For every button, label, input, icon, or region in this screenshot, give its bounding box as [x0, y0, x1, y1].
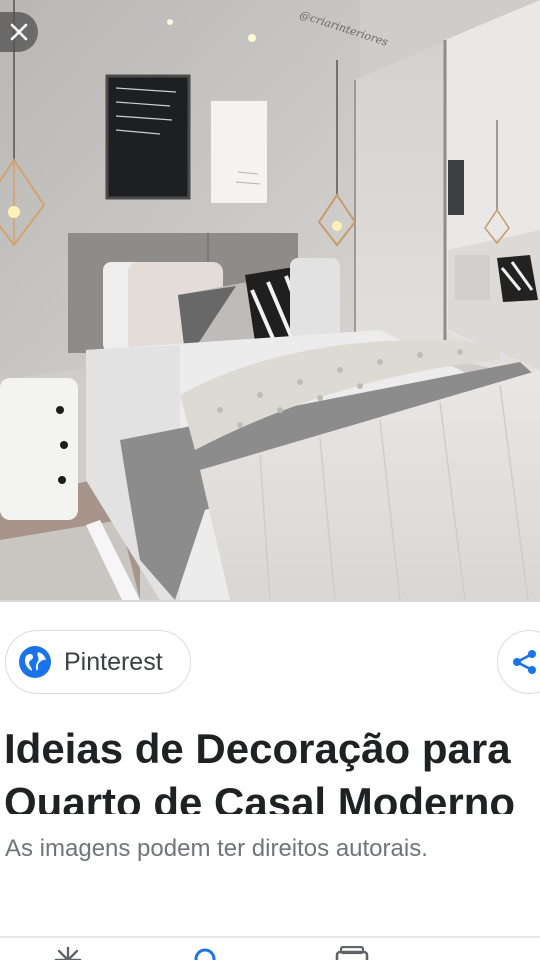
bedroom-photo [0, 0, 540, 600]
bottom-nav [0, 938, 540, 960]
search-icon[interactable] [192, 946, 222, 960]
copyright-notice: As imagens podem ter direitos autorais. [5, 835, 428, 862]
result-image[interactable]: @criarinteriores [0, 0, 540, 600]
globe-icon [19, 646, 51, 678]
result-title-container[interactable]: Ideias de Decoração para Quarto de Casal… [4, 722, 540, 814]
discover-icon[interactable] [54, 946, 82, 960]
image-divider [0, 600, 540, 602]
result-title[interactable]: Ideias de Decoração para Quarto de Casal… [4, 722, 540, 814]
source-name: Pinterest [64, 647, 163, 676]
source-chip[interactable]: Pinterest [5, 630, 191, 694]
collections-icon[interactable] [334, 946, 370, 960]
close-icon [10, 23, 28, 41]
share-icon [513, 650, 536, 674]
share-button[interactable] [497, 630, 540, 694]
